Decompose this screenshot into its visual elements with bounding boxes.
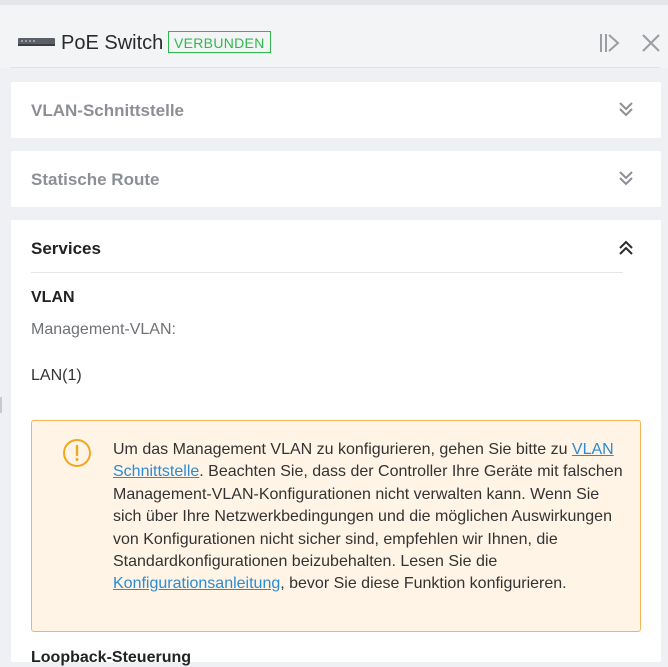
double-chevron-down-icon[interactable] bbox=[617, 169, 635, 187]
section-services: Services VLAN Management-VLAN: LAN(1) Um… bbox=[11, 220, 661, 666]
management-vlan-label: Management-VLAN: bbox=[31, 321, 176, 338]
management-vlan-value: LAN(1) bbox=[31, 367, 82, 384]
management-vlan-warning: Um das Management VLAN zu konfigurieren,… bbox=[31, 420, 641, 632]
warning-text-part: , bevor Sie diese Funktion konfigurieren… bbox=[280, 575, 567, 593]
double-chevron-down-icon[interactable] bbox=[617, 100, 635, 118]
section-title[interactable]: Services bbox=[31, 239, 101, 259]
section-vlan-interface[interactable]: VLAN-Schnittstelle bbox=[11, 82, 661, 138]
device-details-panel: PoE Switch VERBUNDEN VLAN-Schnittstelle … bbox=[0, 0, 668, 666]
switch-device-icon bbox=[18, 38, 55, 46]
vlan-heading: VLAN bbox=[31, 289, 75, 306]
loopback-control-heading: Loopback-Steuerung bbox=[31, 649, 192, 666]
double-chevron-up-icon[interactable] bbox=[617, 239, 635, 257]
section-title: VLAN-Schnittstelle bbox=[31, 101, 185, 120]
resize-handle[interactable] bbox=[0, 397, 2, 413]
close-icon[interactable] bbox=[640, 32, 662, 54]
section-divider bbox=[31, 272, 623, 273]
header-divider bbox=[10, 67, 660, 68]
warning-text-part: Um das Management VLAN zu konfigurieren,… bbox=[113, 441, 572, 458]
status-badge: VERBUNDEN bbox=[168, 31, 271, 53]
section-static-route[interactable]: Statische Route bbox=[11, 151, 661, 207]
panel-header: PoE Switch VERBUNDEN bbox=[0, 0, 668, 68]
warning-text: Um das Management VLAN zu konfigurieren,… bbox=[113, 439, 628, 596]
collapse-panel-icon[interactable] bbox=[598, 32, 620, 54]
warning-circle-icon bbox=[63, 439, 91, 467]
section-title: Statische Route bbox=[31, 170, 160, 189]
configuration-guide-link[interactable]: Konfigurationsanleitung bbox=[113, 575, 280, 592]
device-title: PoE Switch bbox=[61, 32, 164, 54]
